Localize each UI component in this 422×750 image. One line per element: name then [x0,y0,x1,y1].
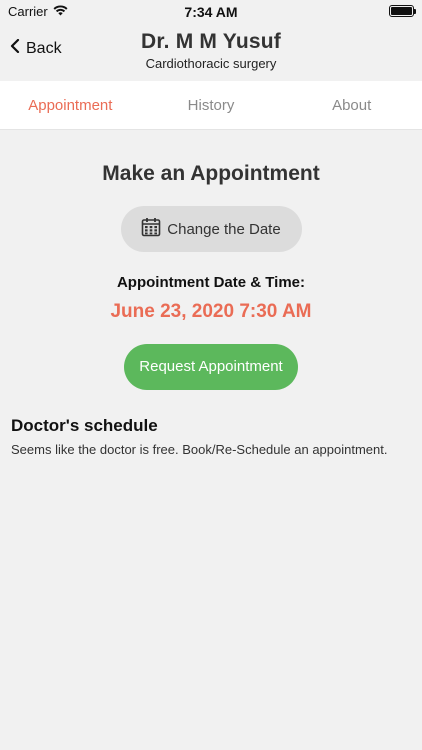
tab-appointment[interactable]: Appointment [0,81,141,129]
doctor-specialty: Cardiothoracic surgery [145,56,277,71]
page-title: Make an Appointment [102,162,320,185]
doctor-schedule-section: Doctor's schedule Seems like the doctor … [0,416,422,457]
appointment-date-label: Appointment Date & Time: [116,274,306,291]
appointment-panel: Make an Appointment Change the Date Appo… [0,162,422,457]
schedule-text: Seems like the doctor is free. Book/Re-S… [11,442,388,457]
schedule-title: Doctor's schedule [11,416,158,435]
change-date-label: Change the Date [167,220,281,238]
doctor-name: Dr. M M Yusuf [141,30,281,53]
tab-bar: Appointment History About [0,81,422,130]
calendar-icon [141,217,161,241]
status-bar: Carrier 7:34 AM [0,0,422,22]
tab-history[interactable]: History [141,81,282,129]
request-appointment-button[interactable]: Request Appointment [124,344,298,390]
appointment-date-value: June 23, 2020 7:30 AM [110,301,312,322]
tab-about[interactable]: About [281,81,422,129]
top-area: Carrier 7:34 AM Back Dr. M M Yusuf Cardi… [0,0,422,81]
title-block: Dr. M M Yusuf Cardiothoracic surgery [0,30,422,71]
status-time: 7:34 AM [184,4,238,20]
battery-icon [389,5,416,17]
change-date-button[interactable]: Change the Date [120,206,302,252]
nav-bar: Back Dr. M M Yusuf Cardiothoracic surger… [0,22,422,81]
